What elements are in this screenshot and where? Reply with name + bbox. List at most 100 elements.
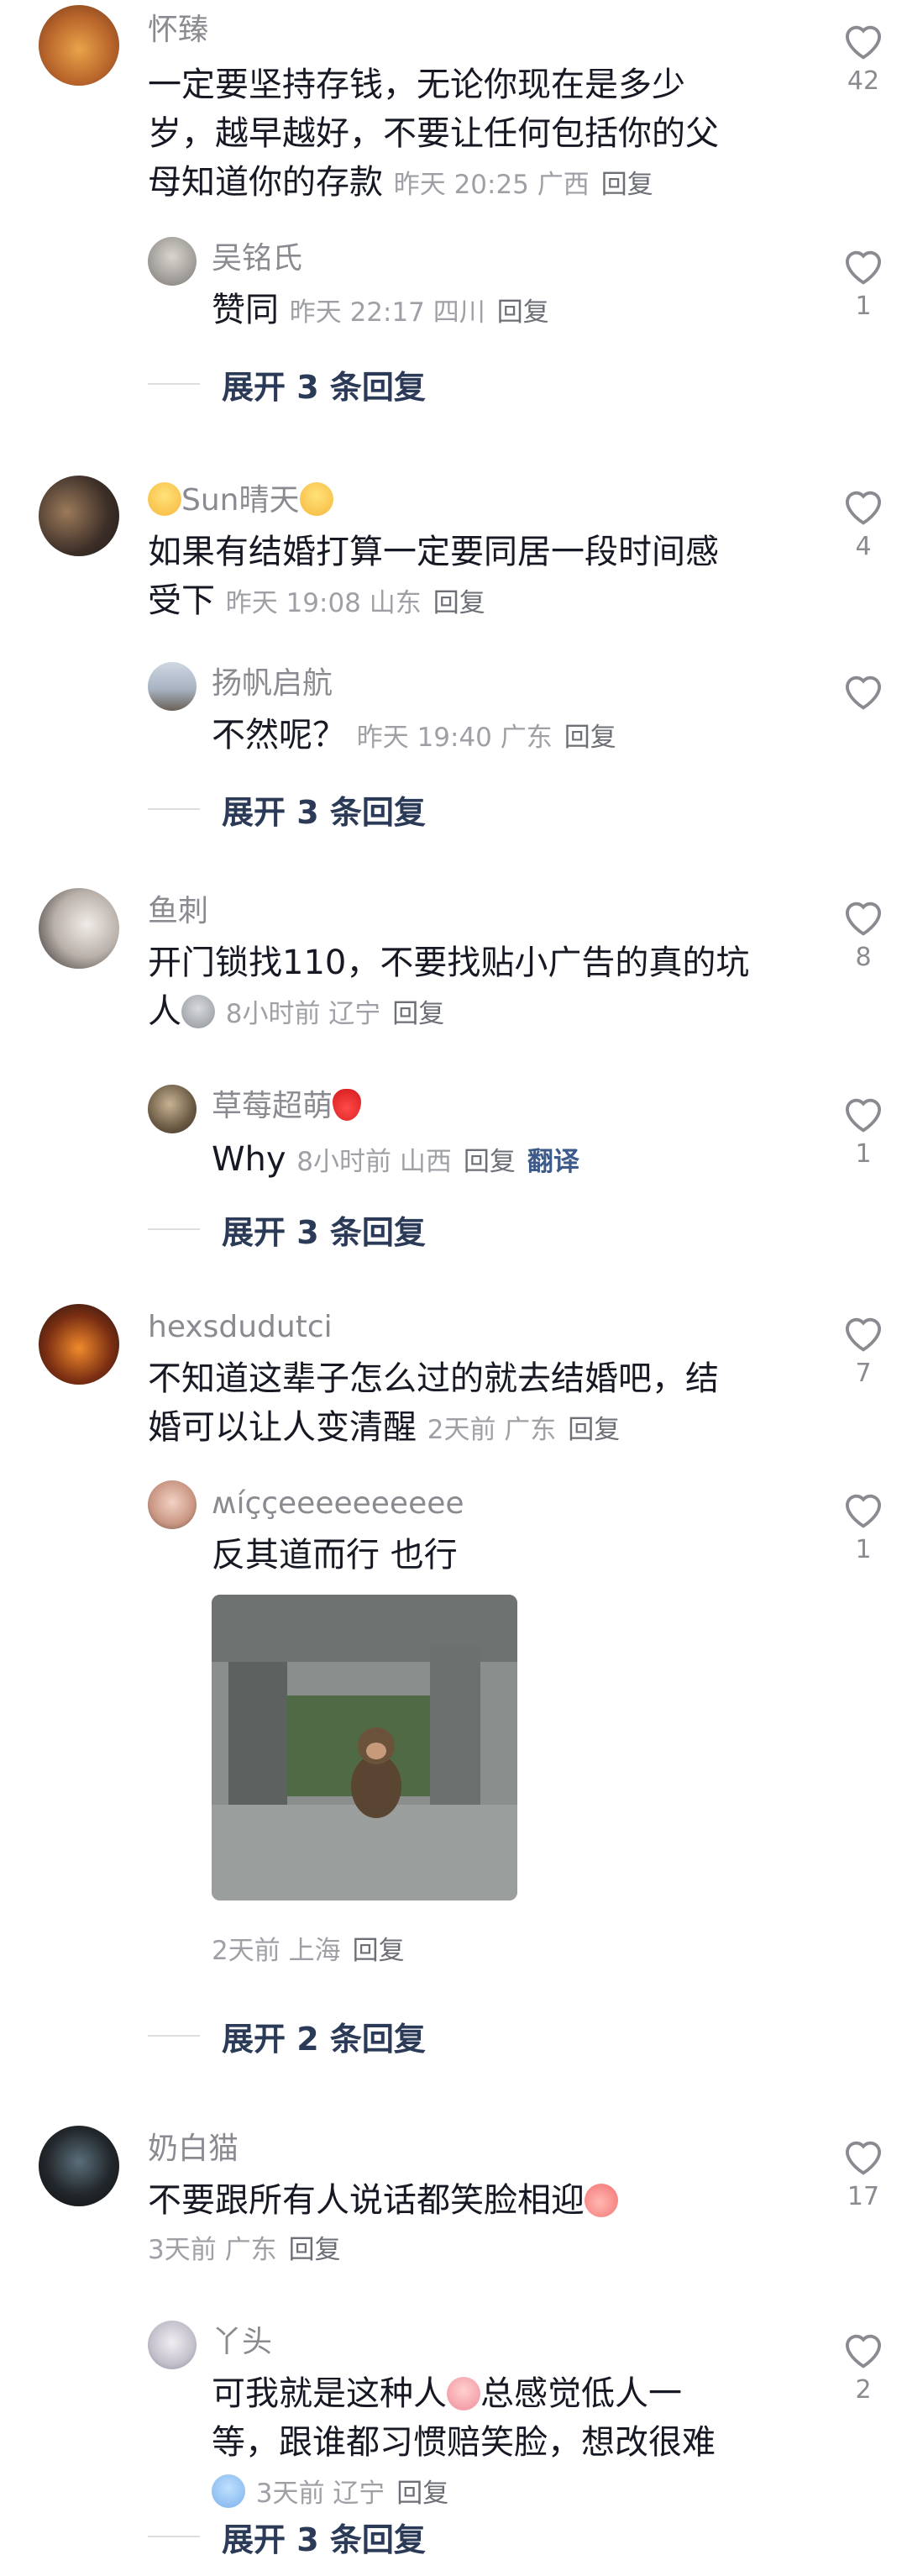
sweat-emoji-icon (212, 2474, 245, 2508)
reply-avatar[interactable] (148, 2321, 197, 2369)
comment-username[interactable]: 怀臻 (148, 12, 208, 49)
expand-replies-button[interactable]: 展开 3 条回复 (148, 1208, 426, 1251)
comment-meta-row: 3天前 广东 回复 (148, 2223, 786, 2274)
heart-outline-icon (845, 2141, 882, 2175)
comment-text: 开门锁找110，不要找贴小广告的真的坑 人 8小时前 辽宁 回复 (148, 944, 750, 1031)
comment-text: 一定要坚持存钱，无论你现在是多少 岁，越早越好，不要让任何包括你的父 母知道你的… (148, 66, 719, 202)
like-button[interactable]: 17 (830, 2134, 897, 2211)
avatar[interactable] (39, 888, 119, 969)
reply-button[interactable]: 回复 (433, 588, 485, 618)
comment-item: hexsdudutci 不知道这辈子怎么过的就去结婚吧，结 婚可以让人变清醒 2… (0, 1302, 907, 2058)
comment-meta: 昨天 20:25 广西 (393, 170, 590, 200)
heart-outline-icon (845, 1317, 882, 1352)
reply-meta-row: 2天前 上海 回复 (212, 1924, 783, 1975)
avatar[interactable] (39, 5, 119, 86)
reply-avatar[interactable] (148, 1085, 197, 1133)
expand-replies-button[interactable]: 展开 3 条回复 (148, 788, 426, 831)
skull-emoji-icon (181, 995, 215, 1028)
comment-item: Sun晴天 如果有结婚打算一定要同居一段时间感 受下 昨天 19:08 山东 回复… (0, 471, 907, 832)
reply-username[interactable]: ʍíççeeeeeeeeee (212, 1485, 464, 1522)
comment-username[interactable]: hexsdudutci (148, 1309, 333, 1346)
comment-meta: 昨天 19:08 山东 (225, 588, 422, 618)
comment-meta: 3天前 广东 (148, 2235, 277, 2265)
like-button[interactable]: 42 (830, 18, 897, 96)
reply-button[interactable]: 回复 (497, 297, 549, 328)
grin-emoji-icon (148, 482, 181, 516)
comment-item: 怀臻 一定要坚持存钱，无论你现在是多少 岁，越早越好，不要让任何包括你的父 母知… (0, 0, 907, 454)
monkey-photo (212, 1595, 517, 1900)
heart-outline-icon (845, 25, 882, 60)
reply-image[interactable] (212, 1595, 517, 1900)
reply-text: 可我就是这种人 总感觉低人一 等，跟谁都习惯赔笑脸，想改很难 3天前 辽宁 回复 (212, 2374, 716, 2509)
comment-item: 奶白猫 不要跟所有人说话都笑脸相迎 3天前 广东 回复 17 丫头 可我就是这种人… (0, 2126, 907, 2576)
expand-replies-button[interactable]: 展开 2 条回复 (148, 2015, 426, 2058)
divider (148, 2536, 200, 2537)
comment-item: 鱼刺 开门锁找110，不要找贴小广告的真的坑 人 8小时前 辽宁 回复 8 草莓超… (0, 886, 907, 1251)
reply-avatar[interactable] (148, 237, 197, 286)
avatar[interactable] (39, 2126, 119, 2206)
reply-username[interactable]: 吴铭氏 (212, 240, 302, 277)
reply-username[interactable]: 草莓超萌 (212, 1088, 362, 1125)
heart-outline-icon (845, 902, 882, 936)
like-button[interactable]: 4 (830, 484, 897, 561)
reply-avatar[interactable] (148, 662, 197, 711)
peach-emoji-icon (585, 2184, 618, 2217)
reply-button[interactable]: 回复 (353, 1936, 405, 1966)
divider (148, 808, 200, 810)
heart-outline-icon (845, 491, 882, 525)
expand-replies-button[interactable]: 展开 3 条回复 (148, 2516, 426, 2558)
comment-username[interactable]: Sun晴天 (148, 482, 333, 519)
comment-feed: 怀臻 一定要坚持存钱，无论你现在是多少 岁，越早越好，不要让任何包括你的父 母知… (0, 0, 907, 2576)
like-count: 1 (855, 1139, 872, 1169)
like-count: 8 (855, 943, 872, 972)
like-button[interactable]: 1 (830, 244, 897, 321)
comment-username[interactable]: 奶白猫 (148, 2131, 239, 2168)
heart-outline-icon (845, 250, 882, 285)
reply-button[interactable]: 回复 (564, 723, 616, 753)
avatar[interactable] (39, 476, 119, 556)
like-button[interactable] (830, 669, 897, 711)
reply-username[interactable]: 扬帆启航 (212, 665, 333, 702)
like-count: 7 (855, 1359, 872, 1388)
reply-text: Why 8小时前 山西 回复 翻译 (212, 1140, 579, 1179)
reply-button[interactable]: 回复 (601, 170, 653, 200)
like-count: 4 (855, 532, 872, 561)
reply-meta: 8小时前 山西 (296, 1147, 452, 1177)
reply-username[interactable]: 丫头 (212, 2324, 272, 2361)
reply-text: 反其道而行 也行 (212, 1536, 458, 1575)
reply-avatar[interactable] (148, 1480, 197, 1529)
like-button[interactable]: 2 (830, 2327, 897, 2405)
divider (148, 2035, 200, 2037)
reply-button[interactable]: 回复 (396, 2479, 448, 2509)
divider (148, 383, 200, 385)
like-button[interactable]: 1 (830, 1487, 897, 1564)
reply-button[interactable]: 回复 (289, 2235, 341, 2265)
translate-button[interactable]: 翻译 (527, 1147, 579, 1177)
heart-outline-icon (845, 1098, 882, 1133)
comment-text: 不知道这辈子怎么过的就去结婚吧，结 婚可以让人变清醒 2天前 广东 回复 (148, 1359, 719, 1447)
like-count: 2 (855, 2375, 872, 2405)
heart-outline-icon (845, 2334, 882, 2368)
like-button[interactable]: 8 (830, 895, 897, 972)
like-count: 17 (847, 2182, 880, 2211)
heart-outline-icon (845, 1494, 882, 1528)
comment-meta: 8小时前 辽宁 (225, 999, 381, 1029)
like-count: 42 (847, 66, 880, 96)
heart-outline-icon (845, 676, 882, 710)
reply-button[interactable]: 回复 (392, 999, 444, 1029)
like-button[interactable]: 1 (830, 1091, 897, 1169)
like-button[interactable]: 7 (830, 1311, 897, 1388)
comment-meta: 2天前 广东 (427, 1415, 557, 1445)
reply-button[interactable]: 回复 (568, 1415, 620, 1445)
reply-text: 赞同 昨天 22:17 四川 回复 (212, 291, 549, 329)
grin-emoji-icon (299, 482, 333, 516)
like-count: 1 (855, 292, 872, 321)
strawberry-emoji-icon (333, 1089, 362, 1121)
reply-text: 不然呢？ 昨天 19:40 广东 回复 (212, 716, 616, 754)
reply-meta: 昨天 19:40 广东 (356, 723, 553, 753)
expand-replies-button[interactable]: 展开 3 条回复 (148, 363, 426, 406)
avatar[interactable] (39, 1304, 119, 1385)
comment-username[interactable]: 鱼刺 (148, 893, 208, 930)
reply-meta: 2天前 上海 (212, 1936, 341, 1966)
reply-button[interactable]: 回复 (464, 1147, 516, 1177)
